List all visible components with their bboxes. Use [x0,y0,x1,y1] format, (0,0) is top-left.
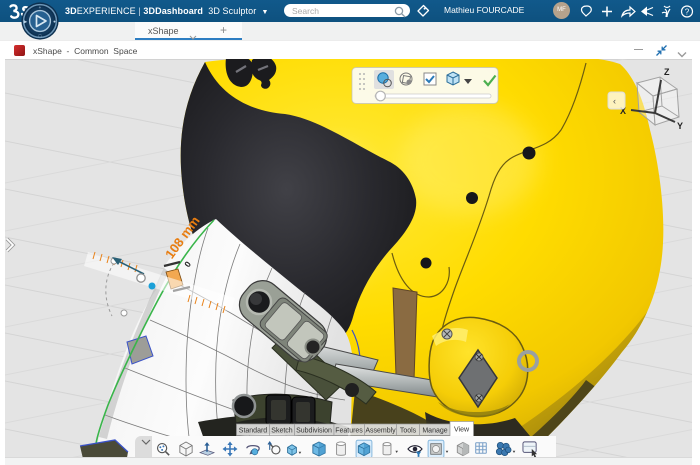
svg-text:?: ? [685,8,690,17]
svg-text:▶: ▶ [24,19,28,24]
svg-text:Manage: Manage [422,428,447,435]
svg-text:●: ● [53,19,56,24]
svg-text:Y: Y [677,121,683,131]
svg-text:Standard: Standard [239,428,268,435]
svg-text:Z: Z [664,67,670,77]
svg-text:Assembly: Assembly [365,428,396,435]
svg-text:Subdivision: Subdivision [296,428,332,435]
svg-text:□: □ [39,33,42,38]
svg-text:Features: Features [335,428,363,435]
svg-text:View: View [454,427,470,434]
svg-text:‹: ‹ [613,96,616,106]
svg-text:Tools: Tools [400,428,417,435]
svg-text:+: + [39,5,42,10]
svg-text:Sketch: Sketch [271,428,293,435]
